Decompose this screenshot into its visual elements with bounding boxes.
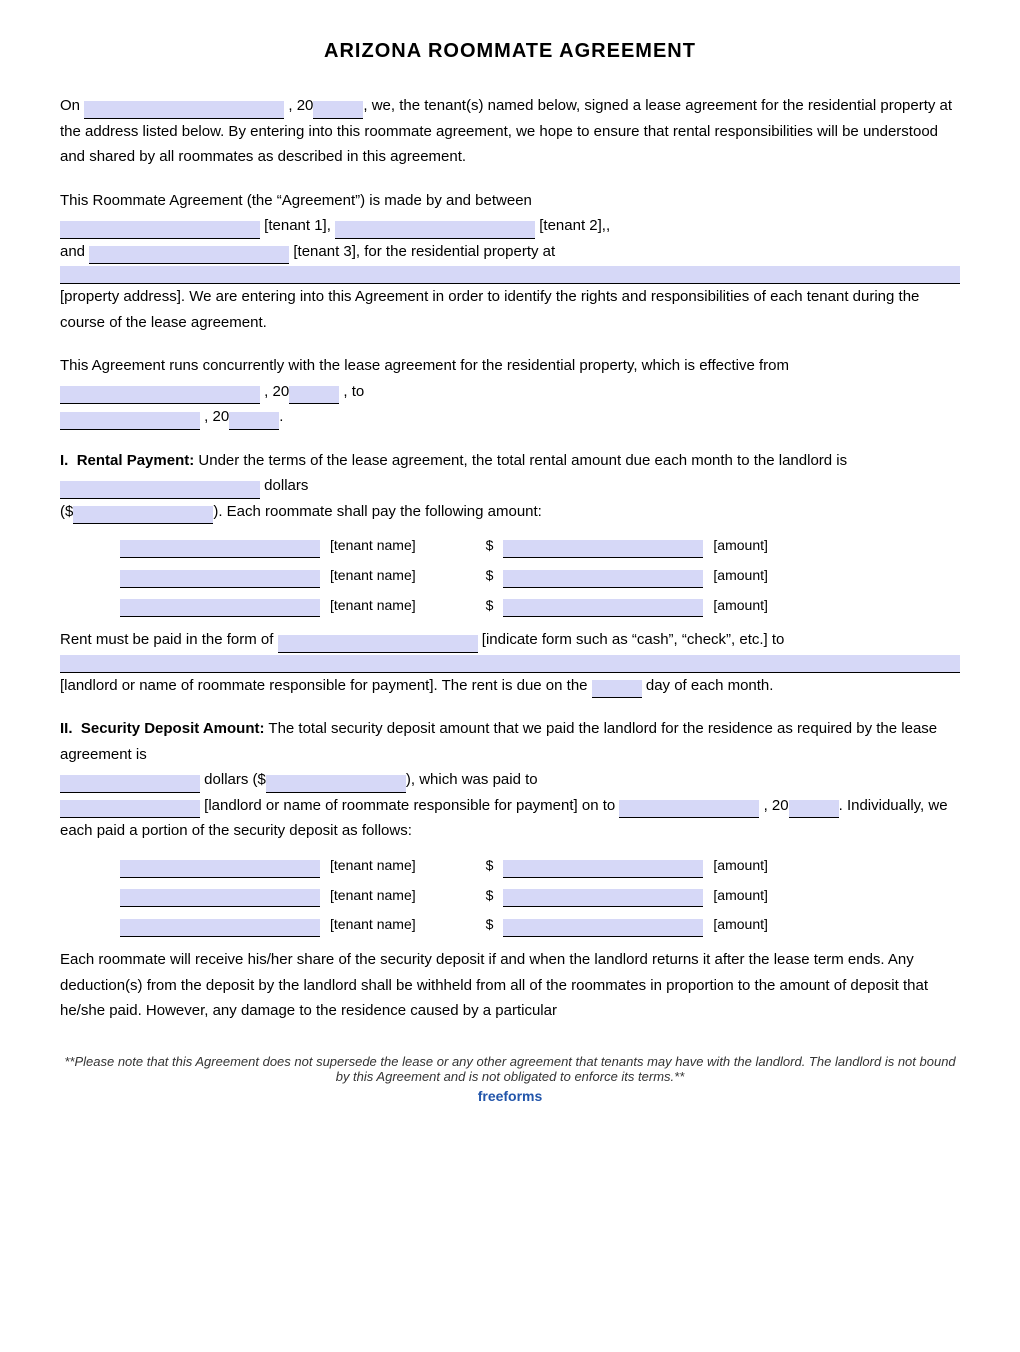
tenant2-name-field[interactable] [120,570,320,588]
table-row: [tenant name] $ [amount] [120,564,960,588]
tenant3-field[interactable] [89,246,289,264]
dep-tenant2-dollar: $ [486,884,494,908]
section1-heading: I. [60,452,68,469]
dep-tenant2-amount-field[interactable] [503,889,703,907]
table-row: [tenant name] $ [amount] [120,854,960,878]
tenant2-field[interactable] [335,221,535,239]
due-day-field[interactable] [592,680,642,698]
dep-tenant2-amount-label: [amount] [713,884,767,908]
dep-tenant2-name-field[interactable] [120,889,320,907]
end-year-field[interactable] [229,412,279,430]
property-label: [property address]. We are entering into… [60,288,919,331]
section2-heading: II. [60,720,73,737]
footer: **Please note that this Agreement does n… [60,1054,960,1104]
tenant2-amount-field[interactable] [503,570,703,588]
tenant3-name-field[interactable] [120,599,320,617]
and-text: and [60,243,85,260]
tenant-deposit-table: [tenant name] $ [amount] [tenant name] $… [120,854,960,937]
para1-text-b: , 20 [288,97,313,114]
section1-text-a: Under the terms of the lease agreement, … [198,452,847,469]
dep-tenant3-amount-field[interactable] [503,919,703,937]
tenant3-label: [tenant 3], for the residential property… [293,243,555,260]
deposit-dollar-field[interactable] [266,775,406,793]
dep-tenant3-name-field[interactable] [120,919,320,937]
table-row: [tenant name] $ [amount] [120,913,960,937]
tenant3-dollar: $ [486,594,494,618]
para2-text-a: This Roommate Agreement (the “Agreement”… [60,192,532,209]
section1-heading2: Rental Payment: [77,452,195,469]
dep-tenant1-dollar: $ [486,854,494,878]
year-field[interactable] [313,101,363,119]
section1-text-b: dollars [264,477,308,494]
landlord-name-field[interactable] [60,655,960,673]
section1-text-d: ). Each roommate shall pay the following… [213,503,542,520]
effective-date-field[interactable] [60,386,260,404]
tenant1-name-label: [tenant name] [330,534,416,558]
section1-text-f: [indicate form such as “cash”, “check”, … [482,631,785,648]
payment-form-field[interactable] [278,635,478,653]
property-field[interactable] [60,266,960,284]
paragraph-2: This Roommate Agreement (the “Agreement”… [60,188,960,336]
dep-tenant1-name-field[interactable] [120,860,320,878]
section2-text-g: Each roommate will receive his/her share… [60,951,928,1019]
tenant3-name-label: [tenant name] [330,594,416,618]
tenant1-amount-label: [amount] [713,534,767,558]
rental-dollar-field[interactable] [73,506,213,524]
table-row: [tenant name] $ [amount] [120,594,960,618]
dep-tenant1-name-label: [tenant name] [330,854,416,878]
tenant2-dollar: $ [486,564,494,588]
section1-text-c: ($ [60,503,73,520]
rental-amount-field[interactable] [60,481,260,499]
effective-year-field[interactable] [289,386,339,404]
deposit-year-field[interactable] [789,800,839,818]
tenant3-amount-label: [amount] [713,594,767,618]
section2-heading2: Security Deposit Amount: [81,720,265,737]
section1-text-h: day of each month. [646,677,774,694]
tenant1-name-field[interactable] [120,540,320,558]
tenant1-label: [tenant 1], [264,217,331,234]
page-title: ARIZONA ROOMMATE AGREEMENT [60,40,960,63]
tenant2-name-label: [tenant name] [330,564,416,588]
dep-tenant3-amount-label: [amount] [713,913,767,937]
section2-text-e: , 20 [764,797,789,814]
paragraph-1: On , 20, we, the tenant(s) named below, … [60,93,960,170]
table-row: [tenant name] $ [amount] [120,534,960,558]
tenant2-amount-label: [amount] [713,564,767,588]
dep-tenant3-name-label: [tenant name] [330,913,416,937]
para3-text-c: , to [343,383,364,400]
tenant1-dollar: $ [486,534,494,558]
dep-tenant1-amount-field[interactable] [503,860,703,878]
date-field[interactable] [84,101,284,119]
tenant3-amount-field[interactable] [503,599,703,617]
para3-text-e: . [279,408,283,425]
para3-text-b: , 20 [264,383,289,400]
section2-text-b: dollars ($ [204,771,266,788]
dep-tenant2-name-label: [tenant name] [330,884,416,908]
section-2: II. Security Deposit Amount: The total s… [60,716,960,1023]
section2-text-d: [landlord or name of roommate responsibl… [204,797,615,814]
section-1: I. Rental Payment: Under the terms of th… [60,448,960,699]
section1-text-g: [landlord or name of roommate responsibl… [60,677,588,694]
end-date-field[interactable] [60,412,200,430]
para3-text-a: This Agreement runs concurrently with th… [60,357,789,374]
dep-tenant1-amount-label: [amount] [713,854,767,878]
section1-text-e: Rent must be paid in the form of [60,631,273,648]
footer-note: **Please note that this Agreement does n… [60,1054,960,1084]
deposit-landlord-field[interactable] [60,800,200,818]
tenant1-field[interactable] [60,221,260,239]
para1-text-a: On [60,97,80,114]
tenant-rent-table: [tenant name] $ [amount] [tenant name] $… [120,534,960,617]
tenant2-label: [tenant 2],, [539,217,610,234]
freeforms-brand: freeforms [60,1088,960,1104]
dep-tenant3-dollar: $ [486,913,494,937]
para3-text-d: , 20 [204,408,229,425]
paragraph-3: This Agreement runs concurrently with th… [60,353,960,430]
table-row: [tenant name] $ [amount] [120,884,960,908]
deposit-date-field[interactable] [619,800,759,818]
section2-text-c: ), which was paid to [406,771,538,788]
tenant1-amount-field[interactable] [503,540,703,558]
deposit-words-field[interactable] [60,775,200,793]
